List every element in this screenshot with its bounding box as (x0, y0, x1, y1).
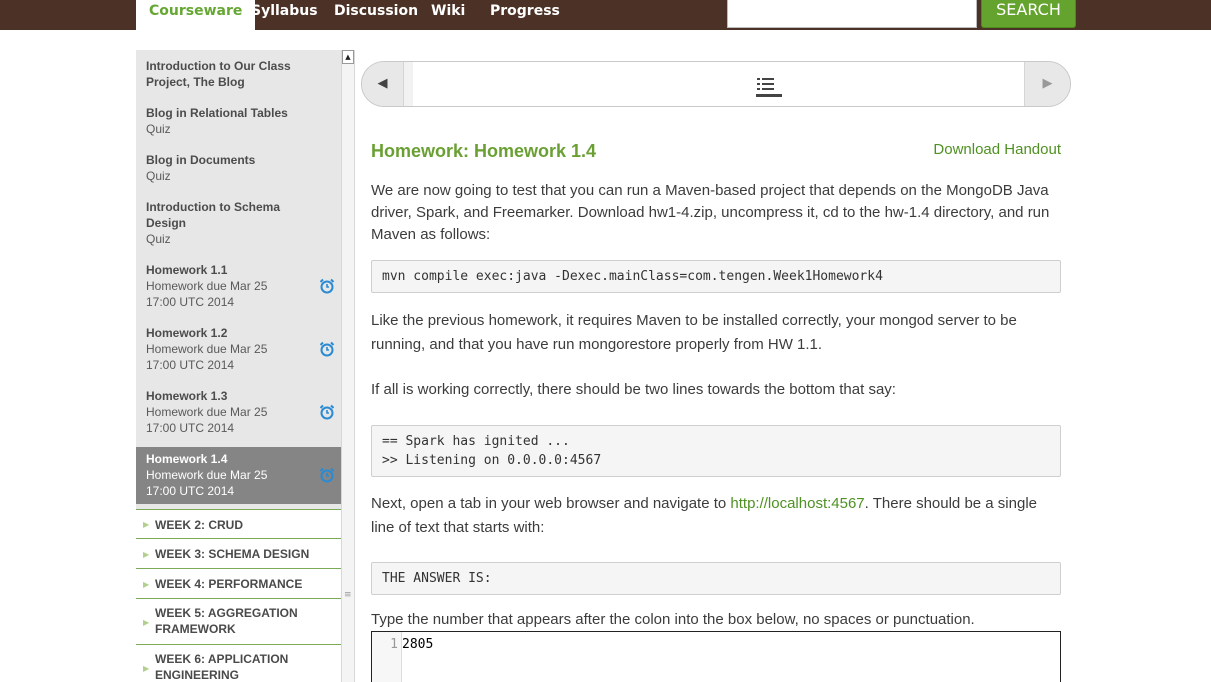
list-icon[interactable] (753, 74, 777, 96)
sidebar-scrollbar[interactable]: ▲ ≡ (341, 50, 355, 682)
lesson-subtitle: Homework due Mar 25 17:00 UTC 2014 (146, 468, 268, 498)
lesson-blog-documents[interactable]: Blog in Documents Quiz (136, 152, 341, 184)
code-block-maven: mvn compile exec:java -Dexec.mainClass=c… (371, 260, 1061, 293)
download-handout-link[interactable]: Download Handout (933, 141, 1061, 158)
browser-instructions-paragraph: Next, open a tab in your web browser and… (371, 492, 1061, 540)
chevron-right-icon: ▶ (143, 663, 150, 673)
page-title: Homework: Homework 1.4 (371, 141, 597, 161)
lesson-title: Homework 1.4 (146, 452, 228, 466)
answer-instructions-paragraph: Type the number that appears after the c… (371, 611, 975, 628)
search-button[interactable]: SEARCH (981, 0, 1076, 28)
chevron-right-icon: ▶ (143, 520, 150, 529)
code-line: >> Listening on 0.0.0.0:4567 (382, 453, 602, 468)
lesson-schema-design[interactable]: Introduction to Schema Design Quiz (136, 199, 341, 247)
sequence-nav: ◀ ▶ (361, 61, 1071, 107)
week-label: WEEK 6: APPLICATION ENGINEERING (155, 652, 289, 682)
code-line: mvn compile exec:java -Dexec.mainClass=c… (382, 269, 883, 284)
answer-code-editor[interactable]: 1 2805 (371, 631, 1061, 682)
course-sidebar: Introduction to Our Class Project, The B… (136, 50, 341, 682)
lesson-subtitle: Homework due Mar 25 17:00 UTC 2014 (146, 279, 268, 309)
lesson-title: Homework 1.3 (146, 389, 228, 403)
lesson-title: Blog in Relational Tables (146, 106, 288, 120)
scroll-up-arrow-icon[interactable]: ▲ (342, 50, 354, 64)
week-label: WEEK 3: SCHEMA DESIGN (155, 547, 310, 561)
week-6-app-engineering[interactable]: ▶ WEEK 6: APPLICATION ENGINEERING (136, 645, 341, 682)
scroll-grip-icon: ≡ (344, 590, 352, 600)
alarm-clock-icon (319, 341, 335, 357)
answer-input-value[interactable]: 2805 (402, 637, 433, 652)
sequence-items (413, 62, 1024, 106)
week-3-schema-design[interactable]: ▶ WEEK 3: SCHEMA DESIGN (136, 539, 341, 569)
week-label: WEEK 4: PERFORMANCE (155, 577, 303, 591)
lesson-subtitle: Quiz (146, 232, 171, 246)
lesson-title: Homework 1.2 (146, 326, 228, 340)
week-label: WEEK 2: CRUD (155, 518, 244, 532)
line-number-gutter: 1 (372, 632, 402, 682)
next-arrow-icon[interactable]: ▶ (1024, 62, 1070, 106)
nav-progress[interactable]: Progress (490, 0, 560, 30)
code-block-spark-output: == Spark has ignited ... >> Listening on… (371, 425, 1061, 477)
lesson-title: Introduction to Schema Design (146, 200, 281, 230)
nav-discussion[interactable]: Discussion (334, 0, 418, 30)
chevron-right-icon: ▶ (143, 579, 150, 589)
alarm-clock-icon (319, 467, 335, 483)
lesson-blog-relational[interactable]: Blog in Relational Tables Quiz (136, 105, 341, 137)
lesson-title: Homework 1.1 (146, 263, 228, 277)
active-sequence-indicator (756, 94, 782, 97)
lesson-subtitle: Quiz (146, 122, 171, 136)
lesson-subtitle: Homework due Mar 25 17:00 UTC 2014 (146, 342, 268, 372)
lesson-title: Introduction to Our Class Project, The B… (146, 59, 291, 89)
code-line: THE ANSWER IS: (382, 571, 492, 586)
lesson-subtitle: Quiz (146, 169, 171, 183)
requirements-paragraph: Like the previous homework, it requires … (371, 312, 1017, 353)
week-2-crud[interactable]: ▶ WEEK 2: CRUD (136, 509, 341, 539)
week-5-aggregation[interactable]: ▶ WEEK 5: AGGREGATION FRAMEWORK (136, 599, 341, 645)
lesson-intro-blog[interactable]: Introduction to Our Class Project, The B… (136, 58, 341, 90)
nav-courseware[interactable]: Courseware (136, 0, 256, 32)
chevron-right-icon: ▶ (143, 549, 150, 559)
week-label: WEEK 5: AGGREGATION FRAMEWORK (155, 606, 298, 636)
top-nav: Courseware Syllabus Discussion Wiki Prog… (0, 0, 1211, 32)
alarm-clock-icon (319, 404, 335, 420)
code-block-answer: THE ANSWER IS: (371, 562, 1061, 595)
lesson-homework-1-3[interactable]: Homework 1.3 Homework due Mar 25 17:00 U… (136, 388, 341, 450)
expected-output-paragraph: If all is working correctly, there shoul… (371, 381, 896, 398)
chevron-right-icon: ▶ (143, 617, 150, 627)
lesson-homework-1-4[interactable]: Homework 1.4 Homework due Mar 25 17:00 U… (136, 447, 341, 504)
lesson-title: Blog in Documents (146, 153, 256, 167)
previous-arrow-icon[interactable]: ◀ (362, 62, 404, 106)
nav-syllabus[interactable]: Syllabus (251, 0, 318, 30)
lesson-homework-1-2[interactable]: Homework 1.2 Homework due Mar 25 17:00 U… (136, 325, 341, 387)
lesson-subtitle: Homework due Mar 25 17:00 UTC 2014 (146, 405, 268, 435)
text: Next, open a tab in your web browser and… (371, 495, 731, 512)
week-4-performance[interactable]: ▶ WEEK 4: PERFORMANCE (136, 569, 341, 599)
code-line: == Spark has ignited ... (382, 434, 570, 449)
lesson-homework-1-1[interactable]: Homework 1.1 Homework due Mar 25 17:00 U… (136, 262, 341, 324)
localhost-link[interactable]: http://localhost:4567 (730, 495, 864, 512)
search-input[interactable] (727, 0, 977, 28)
alarm-clock-icon (319, 278, 335, 294)
nav-wiki[interactable]: Wiki (431, 0, 465, 30)
instructions-paragraph: We are now going to test that you can ru… (371, 182, 1050, 243)
